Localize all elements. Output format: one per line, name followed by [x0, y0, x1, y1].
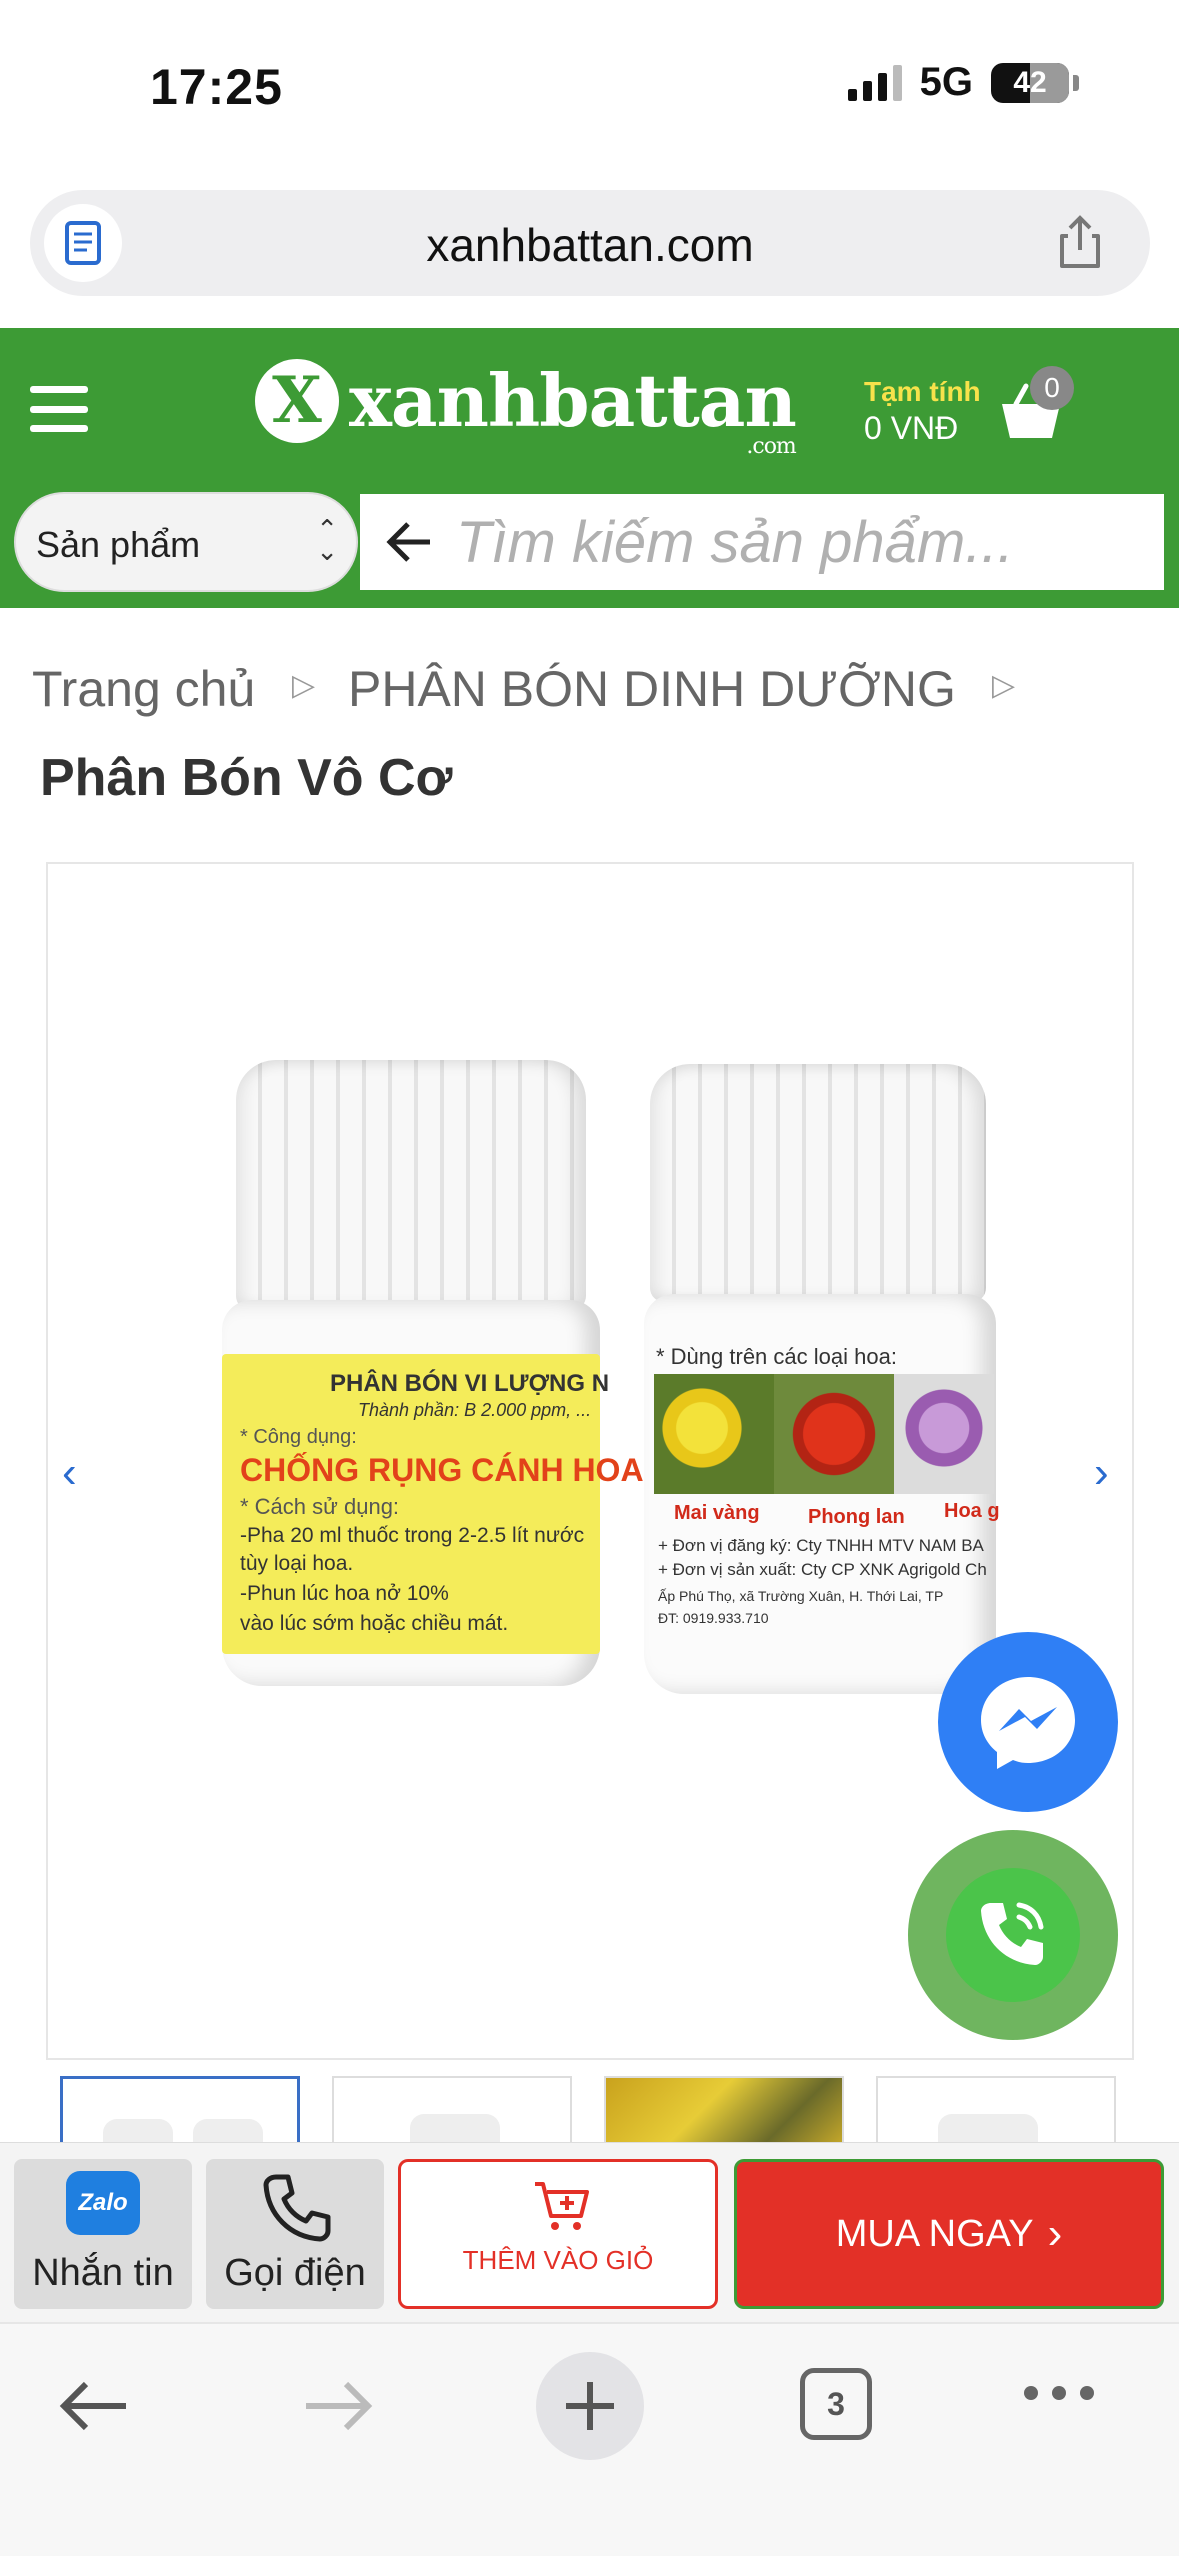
breadcrumb-separator-icon: ▷: [992, 669, 1016, 702]
label-line: tùy loại hoa.: [240, 1552, 354, 1575]
browser-toolbar: 3: [0, 2322, 1179, 2556]
phone-icon: [263, 2174, 331, 2242]
breadcrumb-separator-icon: ▷: [292, 669, 316, 702]
action-bar: Zalo Nhắn tin Gọi điện THÊM VÀO GIỎ MUA …: [0, 2142, 1179, 2322]
tabs-icon[interactable]: 3: [800, 2368, 872, 2440]
bottle-label: PHÂN BÓN VI LƯỢNG N Thành phần: B 2.000 …: [222, 1354, 644, 1654]
gallery-prev-icon[interactable]: ‹: [62, 1448, 77, 1498]
phone-icon: [981, 1902, 1044, 1965]
status-indicators: 5G 42: [847, 60, 1079, 105]
zalo-label: Nhắn tin: [32, 2252, 174, 2294]
flower-label: Mai vàng: [674, 1502, 760, 1524]
battery-tip: [1073, 74, 1079, 91]
logo-mark: X: [255, 358, 339, 443]
page-title: Phân Bón Vô Cơ: [40, 749, 453, 807]
cart-total: 0 VNĐ: [864, 410, 959, 446]
label-line: vào lúc sớm hoặc chiều mát.: [240, 1612, 509, 1635]
label-ingredient: Thành phần: B 2.000 ppm, ...: [358, 1400, 592, 1420]
messenger-icon: [981, 1677, 1075, 1769]
label-heading: * Dùng trên các loại hoa:: [656, 1344, 897, 1369]
reader-icon[interactable]: [44, 204, 122, 282]
label-line: -Pha 20 ml thuốc trong 2-2.5 lít nước: [240, 1524, 585, 1547]
breadcrumb-home[interactable]: Trang chủ: [32, 660, 255, 718]
category-select[interactable]: Sản phẩm ⌃ ⌄: [14, 492, 358, 592]
battery-level: 42: [1013, 65, 1047, 99]
flower-label: Phong lan: [808, 1506, 905, 1528]
flower-photo: [774, 1374, 894, 1494]
label-line: + Đơn vị đăng ký: Cty TNHH MTV NAM BA: [658, 1536, 984, 1555]
back-arrow-icon[interactable]: [382, 514, 438, 570]
messenger-button[interactable]: [938, 1632, 1118, 1812]
call-button[interactable]: Gọi điện: [206, 2159, 384, 2309]
add-to-cart-button[interactable]: THÊM VÀO GIỎ: [398, 2159, 718, 2309]
call-label: Gọi điện: [224, 2252, 366, 2294]
bottle-cap: [236, 1060, 586, 1310]
flower-photo: [654, 1374, 774, 1494]
cart-label: Tạm tính: [864, 376, 981, 407]
label-heading: PHÂN BÓN VI LƯỢNG N: [330, 1370, 610, 1397]
buy-now-button[interactable]: MUA NGAY ›: [734, 2159, 1164, 2309]
chevron-right-icon: ›: [1047, 2209, 1063, 2258]
label-use: CHỐNG RỤNG CÁNH HOA: [240, 1452, 644, 1488]
address-bar[interactable]: xanhbattan.com: [30, 190, 1150, 296]
add-cart-icon: [535, 2182, 589, 2230]
url-text[interactable]: xanhbattan.com: [30, 218, 1150, 272]
breadcrumb-category[interactable]: PHÂN BÓN DINH DƯỠNG: [348, 660, 956, 718]
more-icon[interactable]: [1024, 2386, 1094, 2400]
category-select-value: Sản phẩm: [36, 524, 201, 565]
call-float-button[interactable]: [908, 1830, 1118, 2040]
battery-icon: 42: [991, 62, 1069, 103]
label-use-title: * Công dụng:: [240, 1426, 357, 1448]
signal-icon: [847, 64, 902, 101]
search-box: [360, 494, 1164, 590]
select-arrows-icon: ⌃ ⌄: [316, 514, 338, 566]
status-time: 17:25: [150, 59, 283, 115]
label-howto-title: * Cách sử dụng:: [240, 1494, 400, 1519]
search-input[interactable]: [456, 504, 1146, 580]
gallery-next-icon[interactable]: ›: [1094, 1448, 1109, 1498]
browser-forward-icon[interactable]: [300, 2378, 376, 2434]
zalo-message-button[interactable]: Zalo Nhắn tin: [14, 2159, 192, 2309]
bottle-cap: [650, 1064, 986, 1302]
menu-icon[interactable]: [30, 386, 88, 432]
browser-back-icon[interactable]: [56, 2378, 132, 2434]
new-tab-icon[interactable]: [536, 2352, 644, 2460]
flower-label: Hoa g: [944, 1500, 1000, 1522]
label-line: + Đơn vị sản xuất: Cty CP XNK Agrigold C…: [658, 1560, 987, 1579]
add-to-cart-label: THÊM VÀO GIỎ: [462, 2245, 654, 2275]
flower-photo: [894, 1374, 994, 1494]
bottle-label: * Dùng trên các loại hoa: Mai vàng Phong…: [648, 1340, 1000, 1670]
label-line: ĐT: 0919.933.710: [658, 1610, 769, 1626]
logo-text: xanhbattan .com: [349, 358, 797, 459]
zalo-icon: Zalo: [66, 2171, 140, 2235]
logo-suffix: .com: [746, 434, 796, 459]
share-icon[interactable]: [1050, 212, 1110, 272]
label-line: -Phun lúc hoa nở 10%: [240, 1582, 449, 1605]
label-line: Ấp Phú Thọ, xã Trường Xuân, H. Thới Lai,…: [658, 1588, 944, 1604]
site-logo[interactable]: X xanhbattan .com: [255, 358, 797, 459]
network-type: 5G: [919, 60, 973, 104]
buy-now-label: MUA NGAY: [835, 2212, 1034, 2255]
cart-count-badge: 0: [1030, 366, 1074, 410]
